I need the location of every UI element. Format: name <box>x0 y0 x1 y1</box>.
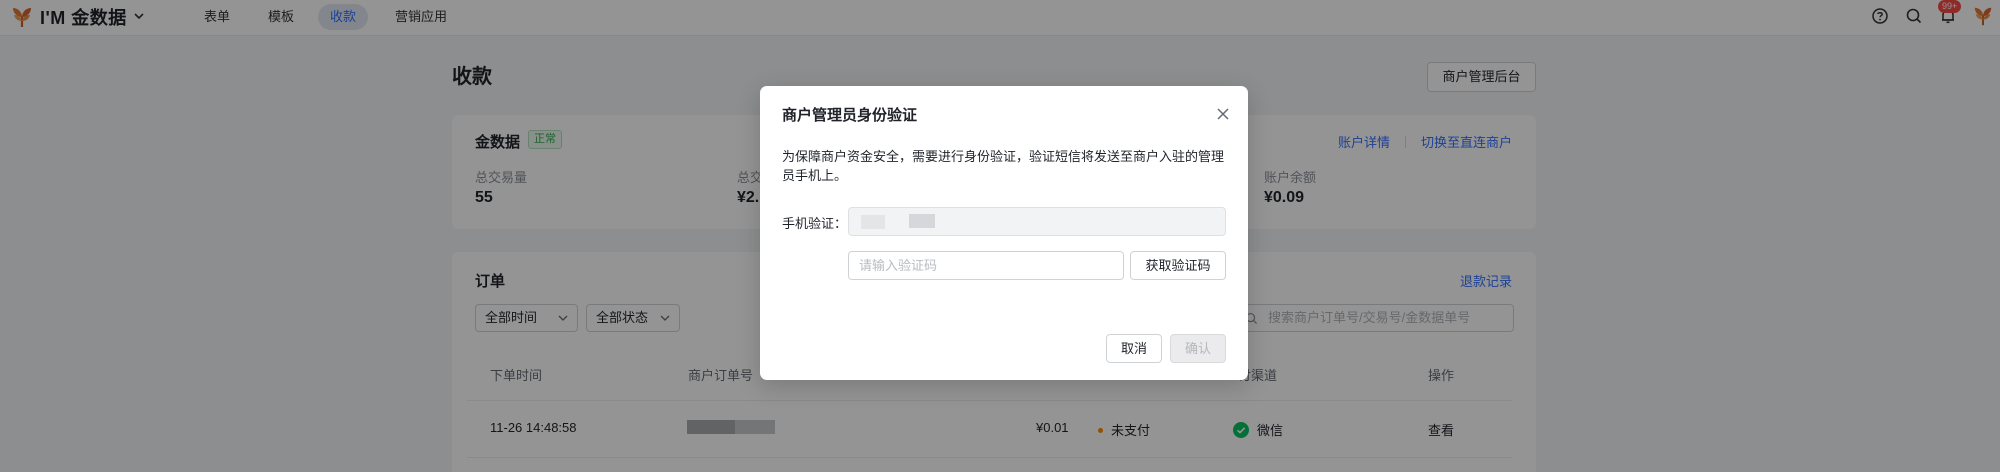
get-code-button[interactable]: 获取验证码 <box>1130 251 1226 280</box>
identity-verification-dialog: 商户管理员身份验证 为保障商户资金安全，需要进行身份验证，验证短信将发送至商户入… <box>760 86 1248 380</box>
phone-number-mask <box>909 214 935 228</box>
phone-number-mask <box>861 215 885 229</box>
code-placeholder: 请输入验证码 <box>859 258 938 273</box>
verification-code-input[interactable]: 请输入验证码 <box>848 251 1124 280</box>
phone-field <box>848 207 1226 236</box>
confirm-button[interactable]: 确认 <box>1170 334 1226 363</box>
close-icon[interactable] <box>1214 105 1232 123</box>
dialog-description: 为保障商户资金安全，需要进行身份验证，验证短信将发送至商户入驻的管理员手机上。 <box>782 149 1225 183</box>
phone-label: 手机验证： <box>782 216 848 231</box>
cancel-button[interactable]: 取消 <box>1106 334 1162 363</box>
dialog-title: 商户管理员身份验证 <box>782 107 918 124</box>
